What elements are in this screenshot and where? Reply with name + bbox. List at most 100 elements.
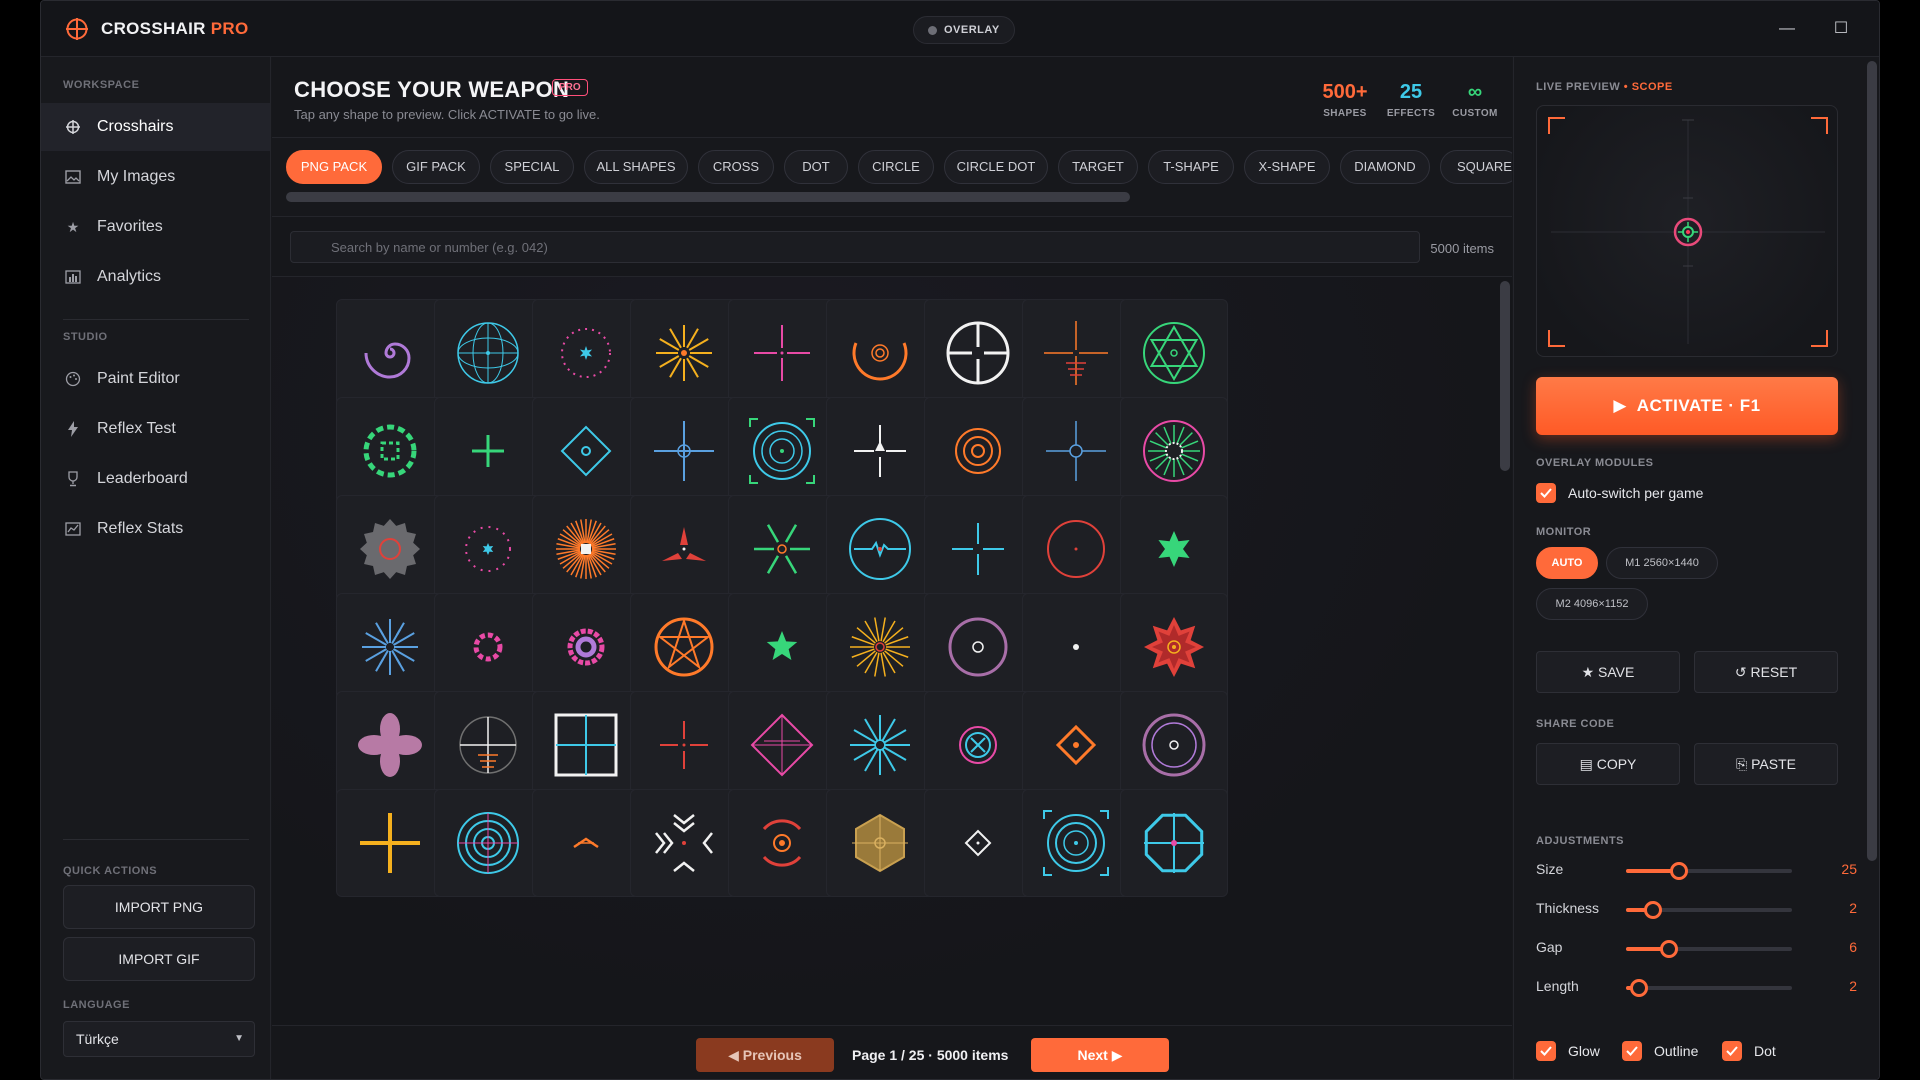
sidebar-item-analytics[interactable]: Analytics [41, 253, 270, 301]
next-button[interactable]: Next ▶ [1031, 1038, 1169, 1072]
slider-size[interactable] [1626, 862, 1792, 880]
slider-knob[interactable] [1643, 901, 1662, 919]
slider-knob[interactable] [1670, 862, 1689, 880]
crosshair-tile[interactable] [1120, 789, 1228, 897]
search-input[interactable] [290, 231, 1420, 263]
dot-checkbox[interactable] [1722, 1041, 1742, 1061]
crosshair-tile[interactable] [630, 789, 738, 897]
crosshair-tile[interactable] [924, 691, 1032, 799]
reset-button[interactable]: ↺ RESET [1694, 651, 1838, 693]
tab-special[interactable]: SPECIAL [490, 150, 574, 184]
crosshair-tile[interactable] [826, 299, 934, 407]
slider-gap[interactable] [1626, 940, 1792, 958]
crosshair-tile[interactable] [532, 789, 640, 897]
sidebar-item-paint-editor[interactable]: Paint Editor [41, 355, 270, 403]
crosshair-tile[interactable] [1022, 691, 1130, 799]
crosshair-tile[interactable] [826, 593, 934, 701]
crosshair-tile[interactable] [826, 397, 934, 505]
crosshair-tile[interactable] [434, 299, 542, 407]
import-png-button[interactable]: IMPORT PNG [63, 885, 255, 929]
crosshair-tile[interactable] [1022, 789, 1130, 897]
crosshair-tile[interactable] [924, 495, 1032, 603]
tab-png-pack[interactable]: PNG PACK [286, 150, 382, 184]
monitor-m1[interactable]: M1 2560×1440 [1606, 547, 1718, 579]
tab-circle-dot[interactable]: CIRCLE DOT [944, 150, 1048, 184]
crosshair-tile[interactable] [1022, 495, 1130, 603]
crosshair-tile[interactable] [1120, 691, 1228, 799]
tab-circle[interactable]: CIRCLE [858, 150, 934, 184]
crosshair-tile[interactable] [434, 691, 542, 799]
copy-button[interactable]: ▤ COPY [1536, 743, 1680, 785]
monitor-auto[interactable]: AUTO [1536, 547, 1598, 579]
crosshair-tile[interactable] [336, 299, 444, 407]
language-select[interactable]: Türkçe ▼ [63, 1021, 255, 1057]
sidebar-item-crosshairs[interactable]: Crosshairs [41, 103, 270, 151]
crosshair-tile[interactable] [630, 299, 738, 407]
sidebar-item-favorites[interactable]: ★ Favorites [41, 203, 270, 251]
crosshair-tile[interactable] [1120, 299, 1228, 407]
crosshair-tile[interactable] [1022, 593, 1130, 701]
monitor-m2[interactable]: M2 4096×1152 [1536, 588, 1648, 620]
crosshair-tile[interactable] [336, 397, 444, 505]
tab-t-shape[interactable]: T-SHAPE [1148, 150, 1234, 184]
crosshair-tile[interactable] [924, 789, 1032, 897]
crosshair-tile[interactable] [630, 495, 738, 603]
sidebar-item-my-images[interactable]: My Images [41, 153, 270, 201]
sidebar-item-reflex-stats[interactable]: Reflex Stats [41, 505, 270, 553]
panel-scrollbar[interactable] [1867, 61, 1877, 861]
tab-diamond[interactable]: DIAMOND [1340, 150, 1430, 184]
crosshair-tile[interactable] [630, 691, 738, 799]
save-button[interactable]: ★ SAVE [1536, 651, 1680, 693]
crosshair-tile[interactable] [728, 789, 836, 897]
tab-cross[interactable]: CROSS [698, 150, 774, 184]
paste-button[interactable]: ⎘ PASTE [1694, 743, 1838, 785]
auto-switch-checkbox[interactable] [1536, 483, 1556, 503]
crosshair-tile[interactable] [434, 397, 542, 505]
overlay-toggle[interactable]: OVERLAY [913, 16, 1015, 44]
minimize-icon[interactable]: — [1775, 17, 1799, 41]
crosshair-tile[interactable] [336, 593, 444, 701]
crosshair-tile[interactable] [924, 299, 1032, 407]
crosshair-tile[interactable] [1120, 397, 1228, 505]
crosshair-tile[interactable] [434, 789, 542, 897]
grid-scrollbar[interactable] [1500, 281, 1510, 471]
crosshair-tile[interactable] [434, 593, 542, 701]
tab-dot[interactable]: DOT [784, 150, 848, 184]
crosshair-tile[interactable] [826, 789, 934, 897]
crosshair-tile[interactable] [532, 495, 640, 603]
previous-button[interactable]: ◀ Previous [696, 1038, 834, 1072]
crosshair-tile[interactable] [532, 691, 640, 799]
activate-button[interactable]: ▶ ACTIVATE · F1 [1536, 377, 1838, 435]
crosshair-tile[interactable] [924, 397, 1032, 505]
outline-checkbox[interactable] [1622, 1041, 1642, 1061]
crosshair-tile[interactable] [532, 593, 640, 701]
tab-gif-pack[interactable]: GIF PACK [392, 150, 480, 184]
crosshair-tile[interactable] [728, 397, 836, 505]
glow-checkbox[interactable] [1536, 1041, 1556, 1061]
crosshair-tile[interactable] [532, 299, 640, 407]
crosshair-tile[interactable] [728, 495, 836, 603]
crosshair-tile[interactable] [532, 397, 640, 505]
crosshair-tile[interactable] [1022, 299, 1130, 407]
crosshair-tile[interactable] [336, 789, 444, 897]
crosshair-tile[interactable] [826, 691, 934, 799]
crosshair-tile[interactable] [336, 691, 444, 799]
crosshair-tile[interactable] [826, 495, 934, 603]
tab-target[interactable]: TARGET [1058, 150, 1138, 184]
tab-x-shape[interactable]: X-SHAPE [1244, 150, 1330, 184]
crosshair-tile[interactable] [924, 593, 1032, 701]
tab-all-shapes[interactable]: ALL SHAPES [584, 150, 688, 184]
tab-square[interactable]: SQUARE [1440, 150, 1512, 184]
maximize-icon[interactable]: ☐ [1829, 17, 1853, 41]
crosshair-tile[interactable] [1022, 397, 1130, 505]
crosshair-tile[interactable] [336, 495, 444, 603]
sidebar-item-leaderboard[interactable]: Leaderboard [41, 455, 270, 503]
slider-knob[interactable] [1660, 940, 1679, 958]
tabs-scrollbar[interactable] [286, 192, 1130, 202]
crosshair-tile[interactable] [434, 495, 542, 603]
crosshair-tile[interactable] [1120, 495, 1228, 603]
crosshair-tile[interactable] [630, 593, 738, 701]
slider-thickness[interactable] [1626, 901, 1792, 919]
crosshair-tile[interactable] [728, 299, 836, 407]
slider-length[interactable] [1626, 979, 1792, 997]
